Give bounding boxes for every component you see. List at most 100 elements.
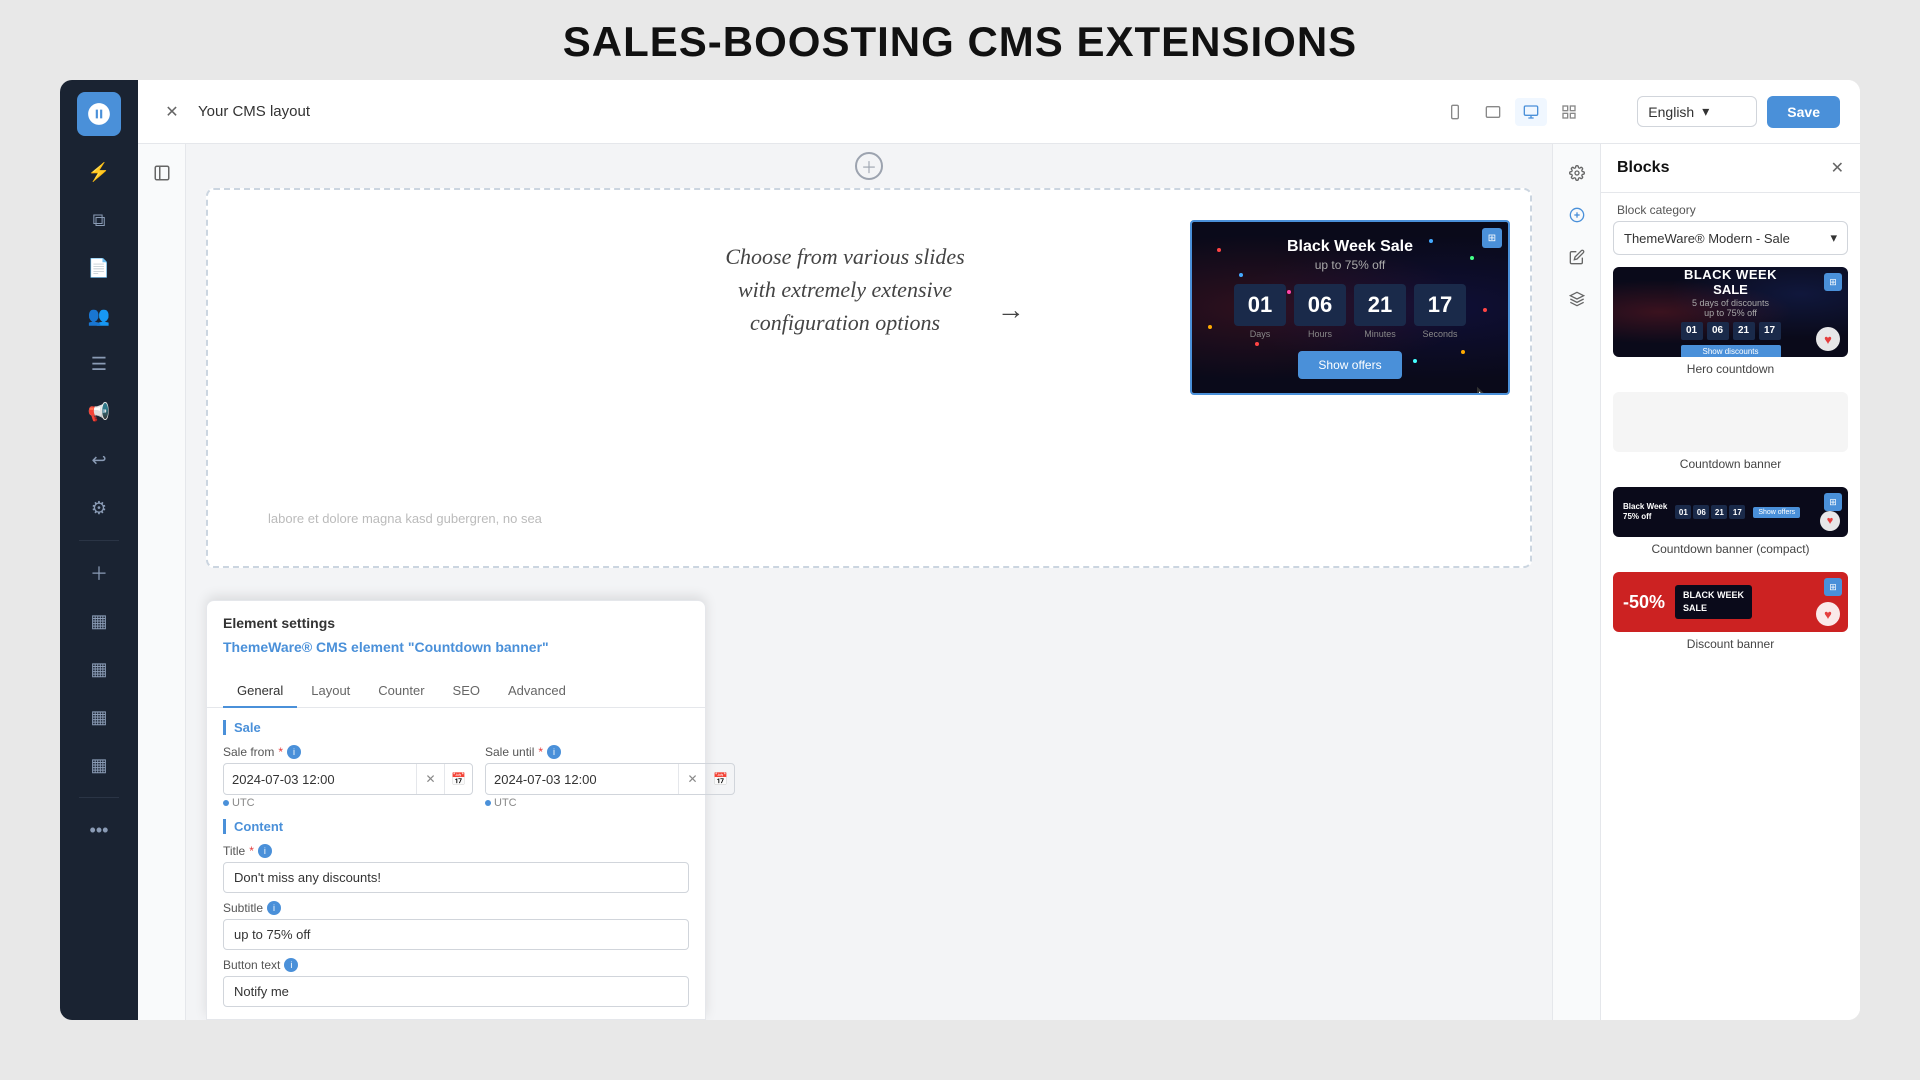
- hero-num-d: 01: [1681, 322, 1703, 340]
- block-item-discount[interactable]: -50% BLACK WEEKSALE ⊞ ♥ Discount banner: [1613, 572, 1848, 653]
- sidebar-item-users[interactable]: 👥: [77, 294, 121, 338]
- sidebar-item-layers[interactable]: ⧉: [77, 198, 121, 242]
- blocks-panel: Blocks ✕ Block category ThemeWare® Moder…: [1600, 144, 1860, 1020]
- tab-general[interactable]: General: [223, 675, 297, 708]
- compact-corner-icon: ⊞: [1824, 493, 1842, 511]
- sale-from-calendar[interactable]: 📅: [444, 764, 472, 794]
- add-section-button[interactable]: ＋: [855, 152, 883, 180]
- subtitle-info-icon[interactable]: i: [267, 901, 281, 915]
- device-mobile[interactable]: [1439, 98, 1471, 126]
- sidebar-item-announcements[interactable]: 📢: [77, 390, 121, 434]
- show-offers-button[interactable]: Show offers: [1298, 351, 1401, 379]
- lang-value: English: [1648, 104, 1694, 120]
- countdown-numbers: 01 Days 06 Hours 21 Minutes: [1212, 284, 1488, 339]
- app-frame: ✕ Your CMS layout English ▾: [138, 80, 1860, 1020]
- layout-icon[interactable]: [145, 156, 179, 190]
- device-tablet[interactable]: [1477, 98, 1509, 126]
- hero-thumb-btn: Show discounts: [1681, 345, 1781, 358]
- sidebar-item-add[interactable]: ＋: [77, 551, 121, 595]
- sidebar-item-more[interactable]: •••: [77, 808, 121, 852]
- compact-heart-icon[interactable]: ♥: [1820, 511, 1840, 531]
- topbar: ✕ Your CMS layout English ▾: [138, 80, 1860, 144]
- hero-thumb-subtitle2: up to 75% off: [1681, 308, 1781, 318]
- subtitle-input[interactable]: [223, 919, 689, 950]
- count-seconds-value: 17: [1414, 284, 1466, 326]
- chevron-down-icon: ▾: [1702, 103, 1709, 120]
- button-text-input[interactable]: [223, 976, 689, 1007]
- blocks-title: Blocks: [1617, 159, 1669, 177]
- language-select[interactable]: English ▾: [1637, 96, 1757, 127]
- settings-tool-btn[interactable]: [1560, 156, 1594, 190]
- close-button[interactable]: ✕: [158, 98, 186, 126]
- sidebar-item-returns[interactable]: ↩: [77, 438, 121, 482]
- content-section: Content Title * i: [223, 819, 689, 1007]
- element-settings-panel: Element settings ThemeWare® CMS element …: [206, 600, 706, 1020]
- sidebar-item-dashboard[interactable]: ⚡: [77, 150, 121, 194]
- discount-block-name: Discount banner: [1613, 637, 1848, 653]
- edit-tool-btn[interactable]: [1560, 240, 1594, 274]
- sale-until-calendar[interactable]: 📅: [706, 764, 734, 794]
- sidebar-item-menu[interactable]: ☰: [77, 342, 121, 386]
- handwritten-annotation: Choose from various slideswith extremely…: [725, 240, 964, 339]
- block-category-select[interactable]: ThemeWare® Modern - Sale ▾: [1613, 221, 1848, 255]
- title-info-icon[interactable]: i: [258, 844, 272, 858]
- annotation-text: Choose from various slideswith extremely…: [725, 244, 964, 335]
- sale-from-clear[interactable]: ✕: [416, 764, 444, 794]
- block-item-compact[interactable]: Black Week75% off 01 06 21 17 Show offer…: [1613, 487, 1848, 558]
- hero-block-name: Hero countdown: [1613, 362, 1848, 378]
- sale-from-input[interactable]: [224, 766, 416, 793]
- compact-title: Black Week75% off: [1623, 502, 1667, 523]
- canvas: ＋ Choose from various slideswith extreme…: [186, 144, 1552, 1020]
- title-input[interactable]: [223, 862, 689, 893]
- blocks-close-button[interactable]: ✕: [1831, 158, 1844, 178]
- sale-until-info-icon[interactable]: i: [547, 745, 561, 759]
- sale-until-clear[interactable]: ✕: [678, 764, 706, 794]
- compact-thumb-inner: Black Week75% off 01 06 21 17 Show offer…: [1613, 487, 1848, 537]
- compact-block-name: Countdown banner (compact): [1613, 542, 1848, 558]
- sale-from-required: *: [278, 745, 283, 759]
- save-button[interactable]: Save: [1767, 96, 1840, 128]
- button-text-info-icon[interactable]: i: [284, 958, 298, 972]
- discount-heart-icon[interactable]: ♥: [1816, 602, 1840, 626]
- sidebar-item-grid1[interactable]: ▦: [77, 599, 121, 643]
- sale-from-info-icon[interactable]: i: [287, 745, 301, 759]
- left-tools: [138, 144, 186, 1020]
- compact-num-h: 06: [1693, 505, 1709, 519]
- sale-until-label: Sale until * i: [485, 745, 735, 759]
- sidebar-item-grid2[interactable]: ▦: [77, 647, 121, 691]
- hero-thumbnail: BLACK WEEK SALE 5 days of discounts up t…: [1613, 267, 1848, 357]
- sidebar-logo[interactable]: [77, 92, 121, 136]
- block-item-hero[interactable]: BLACK WEEK SALE 5 days of discounts up t…: [1613, 267, 1848, 378]
- add-tool-btn[interactable]: [1560, 198, 1594, 232]
- sidebar-item-grid3[interactable]: ▦: [77, 695, 121, 739]
- banner-title: Black Week Sale: [1212, 238, 1488, 256]
- discount-thumb-inner: -50% BLACK WEEKSALE: [1613, 572, 1848, 632]
- countdown-thumbnail: [1613, 392, 1848, 452]
- settings-body: Sale Sale from * i ✕: [207, 708, 705, 1019]
- layers-tool-btn[interactable]: [1560, 282, 1594, 316]
- block-item-countdown[interactable]: Countdown banner: [1613, 392, 1848, 473]
- sidebar-item-settings[interactable]: ⚙: [77, 486, 121, 530]
- settings-plugin-title: ThemeWare® CMS element "Countdown banner…: [223, 639, 689, 655]
- device-list[interactable]: [1553, 98, 1585, 126]
- subtitle-label: Subtitle i: [223, 901, 689, 915]
- hero-thumb-title1: BLACK WEEK: [1681, 267, 1781, 282]
- hero-heart-icon[interactable]: ♥: [1816, 327, 1840, 351]
- device-desktop[interactable]: [1515, 98, 1547, 126]
- subtitle-field-group: Subtitle i: [223, 901, 689, 950]
- tab-advanced[interactable]: Advanced: [494, 675, 580, 708]
- banner-subtitle: up to 75% off: [1212, 258, 1488, 272]
- sale-from-group: Sale from * i ✕ 📅: [223, 745, 473, 809]
- count-minutes-value: 21: [1354, 284, 1406, 326]
- tab-layout[interactable]: Layout: [297, 675, 364, 708]
- sale-until-input[interactable]: [486, 766, 678, 793]
- sale-section-label: Sale: [223, 720, 689, 735]
- count-seconds: 17 Seconds: [1414, 284, 1466, 339]
- sidebar-item-grid4[interactable]: ▦: [77, 743, 121, 787]
- tab-counter[interactable]: Counter: [364, 675, 438, 708]
- canvas-content-box: Choose from various slideswith extremely…: [206, 188, 1532, 568]
- tab-seo[interactable]: SEO: [439, 675, 494, 708]
- block-category-label: Block category: [1601, 193, 1860, 221]
- sidebar-item-pages[interactable]: 📄: [77, 246, 121, 290]
- settings-tabs: General Layout Counter SEO Advanced: [207, 675, 705, 708]
